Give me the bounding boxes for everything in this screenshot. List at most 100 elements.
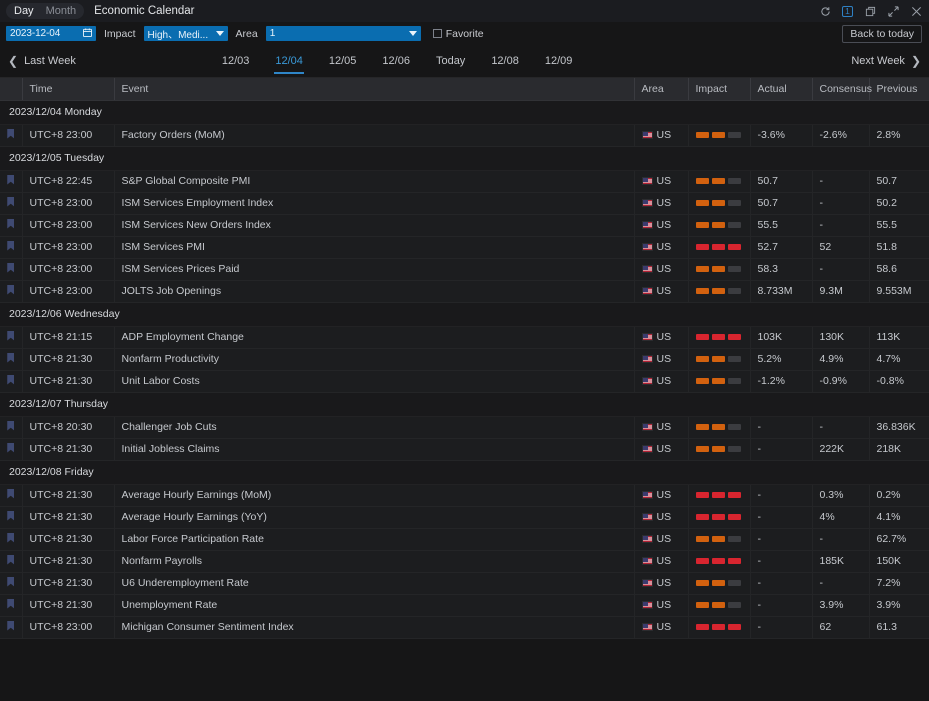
table-row[interactable]: UTC+8 21:30Nonfarm ProductivityUS5.2%4.9… (0, 348, 929, 370)
day-tab-0[interactable]: 12/03 (209, 45, 263, 78)
table-row[interactable]: UTC+8 23:00JOLTS Job OpeningsUS8.733M9.3… (0, 280, 929, 302)
table-row[interactable]: UTC+8 23:00Michigan Consumer Sentiment I… (0, 616, 929, 638)
area-label: US (657, 577, 672, 589)
us-flag-icon (642, 601, 653, 609)
column-header-area[interactable]: Area (634, 78, 688, 100)
bookmark-icon[interactable] (7, 331, 14, 341)
favorite-cell[interactable] (0, 438, 22, 460)
favorite-cell[interactable] (0, 506, 22, 528)
favorite-cell[interactable] (0, 258, 22, 280)
column-header-actual[interactable]: Actual (750, 78, 812, 100)
bookmark-icon[interactable] (7, 219, 14, 229)
refresh-icon[interactable] (819, 5, 831, 17)
table-row[interactable]: UTC+8 23:00Factory Orders (MoM)US-3.6%-2… (0, 124, 929, 146)
bookmark-icon[interactable] (7, 621, 14, 631)
window-count-badge[interactable]: 1 (842, 6, 853, 17)
day-tab-6[interactable]: 12/09 (532, 45, 586, 78)
back-to-today-button[interactable]: Back to today (842, 25, 922, 43)
bookmark-icon[interactable] (7, 285, 14, 295)
impact-filter-select[interactable]: High、Medi... (144, 26, 228, 41)
impact-bar (728, 334, 741, 340)
day-tab-4[interactable]: Today (423, 45, 478, 78)
column-header-impact[interactable]: Impact (688, 78, 750, 100)
day-tab-5[interactable]: 12/08 (478, 45, 532, 78)
day-tab-3[interactable]: 12/06 (369, 45, 423, 78)
bookmark-icon[interactable] (7, 443, 14, 453)
day-group-header: 2023/12/06 Wednesday (0, 302, 929, 326)
table-row[interactable]: UTC+8 20:30Challenger Job CutsUS--36.836… (0, 416, 929, 438)
table-row[interactable]: UTC+8 21:30Labor Force Participation Rat… (0, 528, 929, 550)
favorite-cell[interactable] (0, 192, 22, 214)
bookmark-icon[interactable] (7, 175, 14, 185)
cell-area: US (634, 616, 688, 638)
favorite-cell[interactable] (0, 348, 22, 370)
area-filter-select[interactable]: 1 (266, 26, 421, 41)
column-header-previous[interactable]: Previous (869, 78, 929, 100)
day-tab-1[interactable]: 12/04 (262, 45, 316, 78)
bookmark-icon[interactable] (7, 421, 14, 431)
column-header-time[interactable]: Time (22, 78, 114, 100)
table-row[interactable]: UTC+8 23:00ISM Services New Orders Index… (0, 214, 929, 236)
column-header-consensus[interactable]: Consensus (812, 78, 869, 100)
view-mode-tabs[interactable]: Day Month (6, 3, 84, 19)
bookmark-icon[interactable] (7, 353, 14, 363)
favorite-cell[interactable] (0, 528, 22, 550)
table-row[interactable]: UTC+8 21:30Initial Jobless ClaimsUS-222K… (0, 438, 929, 460)
expand-icon[interactable] (887, 5, 899, 17)
favorite-cell[interactable] (0, 236, 22, 258)
favorite-cell[interactable] (0, 326, 22, 348)
favorite-cell[interactable] (0, 550, 22, 572)
favorite-cell[interactable] (0, 214, 22, 236)
date-picker[interactable]: 2023-12-04 (6, 26, 96, 41)
favorite-checkbox[interactable] (433, 29, 442, 38)
bookmark-icon[interactable] (7, 555, 14, 565)
impact-bar (728, 492, 741, 498)
favorite-cell[interactable] (0, 484, 22, 506)
favorite-cell[interactable] (0, 616, 22, 638)
favorite-cell[interactable] (0, 594, 22, 616)
close-icon[interactable] (910, 5, 922, 17)
bookmark-icon[interactable] (7, 511, 14, 521)
tab-day[interactable]: Day (8, 3, 40, 19)
favorite-cell[interactable] (0, 170, 22, 192)
bookmark-icon[interactable] (7, 375, 14, 385)
table-row[interactable]: UTC+8 23:00ISM Services Prices PaidUS58.… (0, 258, 929, 280)
favorite-cell[interactable] (0, 370, 22, 392)
table-row[interactable]: UTC+8 21:30Unemployment RateUS-3.9%3.9% (0, 594, 929, 616)
cell-consensus: -0.9% (812, 370, 869, 392)
table-row[interactable]: UTC+8 21:30Unit Labor CostsUS-1.2%-0.9%-… (0, 370, 929, 392)
cell-actual: 58.3 (750, 258, 812, 280)
cell-event: Michigan Consumer Sentiment Index (114, 616, 634, 638)
favorite-cell[interactable] (0, 124, 22, 146)
favorite-cell[interactable] (0, 280, 22, 302)
favorite-cell[interactable] (0, 416, 22, 438)
favorite-cell[interactable] (0, 572, 22, 594)
table-row[interactable]: UTC+8 21:30U6 Underemployment RateUS--7.… (0, 572, 929, 594)
table-row[interactable]: UTC+8 21:30Average Hourly Earnings (MoM)… (0, 484, 929, 506)
bookmark-icon[interactable] (7, 241, 14, 251)
cell-event: ISM Services Prices Paid (114, 258, 634, 280)
favorite-filter[interactable]: Favorite (433, 28, 484, 40)
table-row[interactable]: UTC+8 21:15ADP Employment ChangeUS103K13… (0, 326, 929, 348)
bookmark-icon[interactable] (7, 599, 14, 609)
cell-previous: 2.8% (869, 124, 929, 146)
table-row[interactable]: UTC+8 21:30Nonfarm PayrollsUS-185K150K (0, 550, 929, 572)
calendar-table-container[interactable]: Time Event Area Impact Actual Consensus … (0, 78, 929, 701)
bookmark-icon[interactable] (7, 263, 14, 273)
last-week-button[interactable]: ❮ Last Week (8, 55, 76, 67)
bookmark-icon[interactable] (7, 197, 14, 207)
column-header-favorite[interactable] (0, 78, 22, 100)
column-header-event[interactable]: Event (114, 78, 634, 100)
table-row[interactable]: UTC+8 23:00ISM Services Employment Index… (0, 192, 929, 214)
bookmark-icon[interactable] (7, 489, 14, 499)
tab-month[interactable]: Month (40, 3, 83, 19)
table-row[interactable]: UTC+8 23:00ISM Services PMIUS52.75251.8 (0, 236, 929, 258)
day-tab-2[interactable]: 12/05 (316, 45, 370, 78)
table-row[interactable]: UTC+8 22:45S&P Global Composite PMIUS50.… (0, 170, 929, 192)
restore-icon[interactable] (864, 5, 876, 17)
bookmark-icon[interactable] (7, 577, 14, 587)
bookmark-icon[interactable] (7, 129, 14, 139)
table-row[interactable]: UTC+8 21:30Average Hourly Earnings (YoY)… (0, 506, 929, 528)
bookmark-icon[interactable] (7, 533, 14, 543)
next-week-button[interactable]: Next Week ❯ (851, 55, 921, 67)
